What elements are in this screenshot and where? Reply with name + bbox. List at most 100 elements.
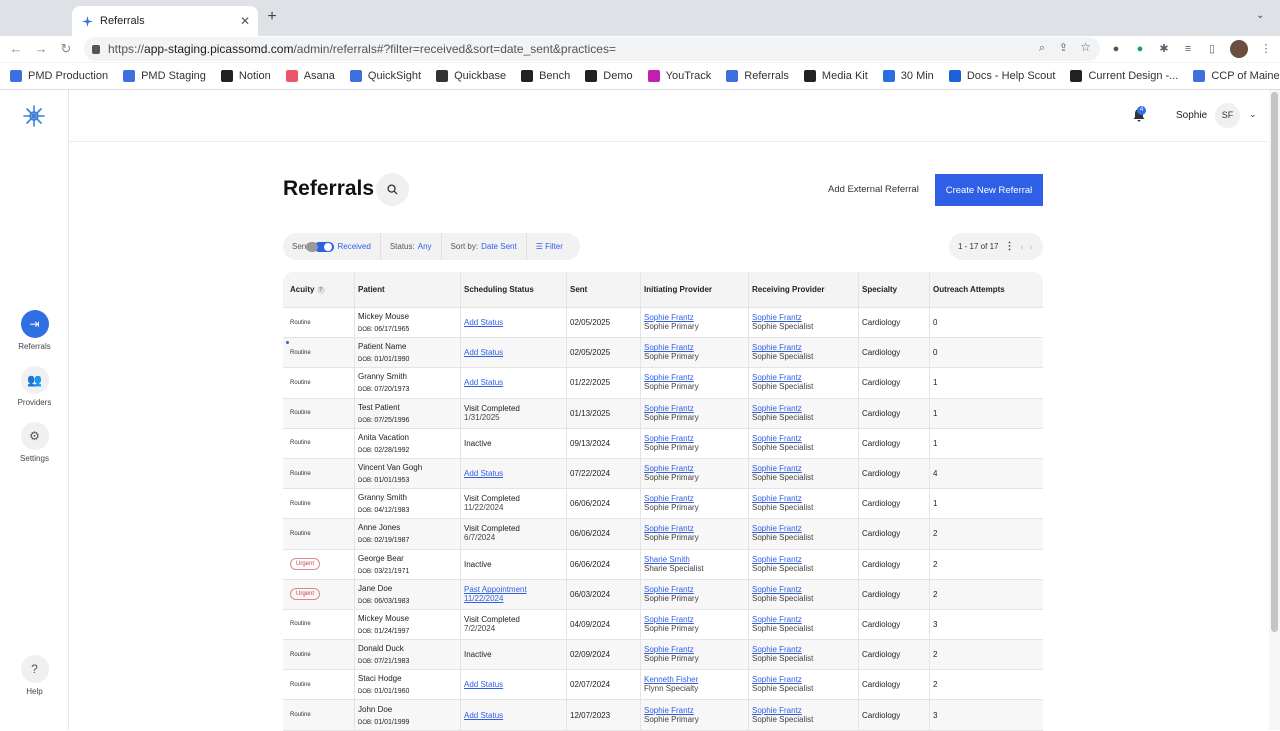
browser-profile-avatar[interactable] bbox=[1230, 40, 1248, 58]
column-header-initiating-provider[interactable]: Initiating Provider bbox=[640, 272, 748, 307]
column-header-receiving-provider[interactable]: Receiving Provider bbox=[748, 272, 858, 307]
receiving-provider-link[interactable]: Sophie Frantz bbox=[752, 585, 858, 594]
status-filter[interactable]: Status: Any bbox=[390, 242, 432, 251]
info-icon[interactable]: ? bbox=[316, 285, 325, 294]
column-header-scheduling-status[interactable]: Scheduling Status bbox=[460, 272, 566, 307]
bookmark-item[interactable]: PMD Staging bbox=[123, 70, 206, 82]
back-icon[interactable]: ← bbox=[8, 41, 24, 56]
scheduling-status-date[interactable]: 11/22/2024 bbox=[464, 594, 566, 603]
initiating-provider-link[interactable]: Sophie Frantz bbox=[644, 706, 748, 715]
patient-name[interactable]: Staci Hodge bbox=[358, 674, 460, 683]
table-row[interactable]: Routine Mickey Mouse DOB: 06/17/1965 Add… bbox=[283, 308, 1043, 339]
bookmark-item[interactable]: Quickbase bbox=[436, 70, 506, 82]
initiating-provider-link[interactable]: Sophie Frantz bbox=[644, 494, 748, 503]
receiving-provider-link[interactable]: Sophie Frantz bbox=[752, 404, 858, 413]
reload-icon[interactable]: ↻ bbox=[58, 41, 74, 57]
table-row[interactable]: Routine Granny Smith DOB: 04/12/1983 Vis… bbox=[283, 489, 1043, 520]
receiving-provider-link[interactable]: Sophie Frantz bbox=[752, 675, 858, 684]
initiating-provider-link[interactable]: Sophie Frantz bbox=[644, 645, 748, 654]
more-options-icon[interactable]: ⋮ bbox=[1004, 241, 1014, 252]
bookmark-item[interactable]: YouTrack bbox=[647, 70, 711, 82]
close-tab-icon[interactable]: ✕ bbox=[240, 14, 250, 28]
receiving-provider-link[interactable]: Sophie Frantz bbox=[752, 615, 858, 624]
create-new-referral-button[interactable]: Create New Referral bbox=[935, 174, 1043, 206]
initiating-provider-link[interactable]: Sophie Frantz bbox=[644, 524, 748, 533]
scheduling-status-link[interactable]: Add Status bbox=[464, 680, 566, 689]
receiving-provider-link[interactable]: Sophie Frantz bbox=[752, 373, 858, 382]
initiating-provider-link[interactable]: Sophie Frantz bbox=[644, 343, 748, 352]
table-row[interactable]: Routine Mickey Mouse DOB: 01/24/1997 Vis… bbox=[283, 609, 1043, 641]
bookmark-item[interactable]: Bench bbox=[521, 70, 570, 82]
bookmark-item[interactable]: QuickSight bbox=[349, 70, 421, 82]
user-name[interactable]: Sophie bbox=[1176, 110, 1207, 121]
scheduling-status-link[interactable]: Add Status bbox=[464, 469, 566, 478]
receiving-provider-link[interactable]: Sophie Frantz bbox=[752, 555, 858, 564]
patient-name[interactable]: Mickey Mouse bbox=[358, 614, 460, 623]
bookmark-item[interactable]: Asana bbox=[285, 70, 335, 82]
patient-name[interactable]: Anne Jones bbox=[358, 523, 460, 532]
page-scrollbar[interactable] bbox=[1269, 90, 1280, 730]
zoom-icon[interactable]: ⌕ bbox=[1039, 42, 1045, 55]
patient-name[interactable]: Jane Doe bbox=[358, 584, 460, 593]
receiving-provider-link[interactable]: Sophie Frantz bbox=[752, 706, 858, 715]
patient-name[interactable]: Vincent Van Gogh bbox=[358, 463, 460, 472]
table-row[interactable]: Urgent George Bear DOB: 03/21/1971 Inact… bbox=[283, 549, 1043, 580]
bookmark-item[interactable]: Notion bbox=[220, 70, 271, 82]
column-header-patient[interactable]: Patient bbox=[354, 272, 460, 307]
bookmark-item[interactable]: Referrals bbox=[726, 70, 789, 82]
bookmark-item[interactable]: Media Kit bbox=[803, 70, 868, 82]
patient-name[interactable]: George Bear bbox=[358, 554, 460, 563]
sort-filter[interactable]: Sort by: Date Sent bbox=[451, 242, 517, 251]
patient-name[interactable]: Donald Duck bbox=[358, 644, 460, 653]
initiating-provider-link[interactable]: Kenneth Fisher bbox=[644, 675, 748, 684]
bookmark-item[interactable]: 30 Min bbox=[882, 70, 934, 82]
bookmark-item[interactable]: Demo bbox=[585, 70, 633, 82]
initiating-provider-link[interactable]: Sharie Smith bbox=[644, 555, 748, 564]
search-button[interactable] bbox=[376, 173, 409, 206]
address-bar[interactable]: https://app-staging.picassomd.com/admin/… bbox=[84, 37, 1100, 61]
column-header-outreach-attempts[interactable]: Outreach Attempts bbox=[929, 272, 1043, 307]
column-header-specialty[interactable]: Specialty bbox=[858, 272, 929, 307]
patient-name[interactable]: Granny Smith bbox=[358, 493, 460, 502]
initiating-provider-link[interactable]: Sophie Frantz bbox=[644, 373, 748, 382]
reading-list-icon[interactable]: ≡ bbox=[1180, 41, 1196, 57]
receiving-provider-link[interactable]: Sophie Frantz bbox=[752, 434, 858, 443]
initiating-provider-link[interactable]: Sophie Frantz bbox=[644, 404, 748, 413]
bookmark-item[interactable]: Current Design -... bbox=[1070, 70, 1178, 82]
sidebar-item-settings[interactable]: ⚙ Settings bbox=[0, 422, 69, 463]
initiating-provider-link[interactable]: Sophie Frantz bbox=[644, 464, 748, 473]
sidebar-item-referrals[interactable]: ⇥ Referrals bbox=[0, 310, 69, 351]
add-external-referral-link[interactable]: Add External Referral bbox=[828, 184, 919, 195]
receiving-provider-link[interactable]: Sophie Frantz bbox=[752, 343, 858, 352]
new-tab-icon[interactable]: + bbox=[264, 9, 280, 25]
patient-name[interactable]: John Doe bbox=[358, 705, 460, 714]
table-row[interactable]: Routine Test Patient DOB: 07/25/1996 Vis… bbox=[283, 398, 1043, 429]
patient-name[interactable]: Granny Smith bbox=[358, 372, 460, 381]
browser-menu-icon[interactable]: ⋮ bbox=[1258, 41, 1274, 57]
table-row[interactable]: Urgent Jane Doe DOB: 06/03/1983 Past App… bbox=[283, 579, 1043, 610]
initiating-provider-link[interactable]: Sophie Frantz bbox=[644, 313, 748, 322]
sidebar-item-help[interactable]: ? Help bbox=[0, 655, 69, 696]
scheduling-status-link[interactable]: Add Status bbox=[464, 711, 566, 720]
bookmark-item[interactable]: CCP of Maine Das... bbox=[1193, 70, 1280, 82]
bookmark-star-icon[interactable]: ☆ bbox=[1080, 40, 1091, 54]
column-header-acuity[interactable]: Acuity ? bbox=[283, 272, 354, 307]
scheduling-status-link[interactable]: Add Status bbox=[464, 378, 566, 387]
table-row[interactable]: Routine John Doe DOB: 01/01/1999 Add Sta… bbox=[283, 700, 1043, 731]
patient-name[interactable]: Patient Name bbox=[358, 342, 460, 351]
scheduling-status-link[interactable]: Add Status bbox=[464, 348, 566, 357]
filter-button[interactable]: ☰ Filter bbox=[536, 242, 563, 251]
patient-name[interactable]: Anita Vacation bbox=[358, 433, 460, 442]
patient-name[interactable]: Mickey Mouse bbox=[358, 312, 460, 321]
column-header-sent[interactable]: Sent bbox=[566, 272, 640, 307]
prev-page-icon[interactable]: ‹ bbox=[1020, 242, 1023, 252]
extensions-puzzle-icon[interactable]: ✱ bbox=[1156, 41, 1172, 57]
extension-m-icon[interactable]: ● bbox=[1108, 41, 1124, 57]
next-page-icon[interactable]: › bbox=[1029, 242, 1032, 252]
receiving-provider-link[interactable]: Sophie Frantz bbox=[752, 494, 858, 503]
receiving-provider-link[interactable]: Sophie Frantz bbox=[752, 524, 858, 533]
receiving-provider-link[interactable]: Sophie Frantz bbox=[752, 464, 858, 473]
scrollbar-thumb[interactable] bbox=[1271, 92, 1278, 632]
table-row[interactable]: Routine Donald Duck DOB: 07/21/1983 Inac… bbox=[283, 640, 1043, 671]
picasso-logo[interactable] bbox=[22, 104, 46, 128]
